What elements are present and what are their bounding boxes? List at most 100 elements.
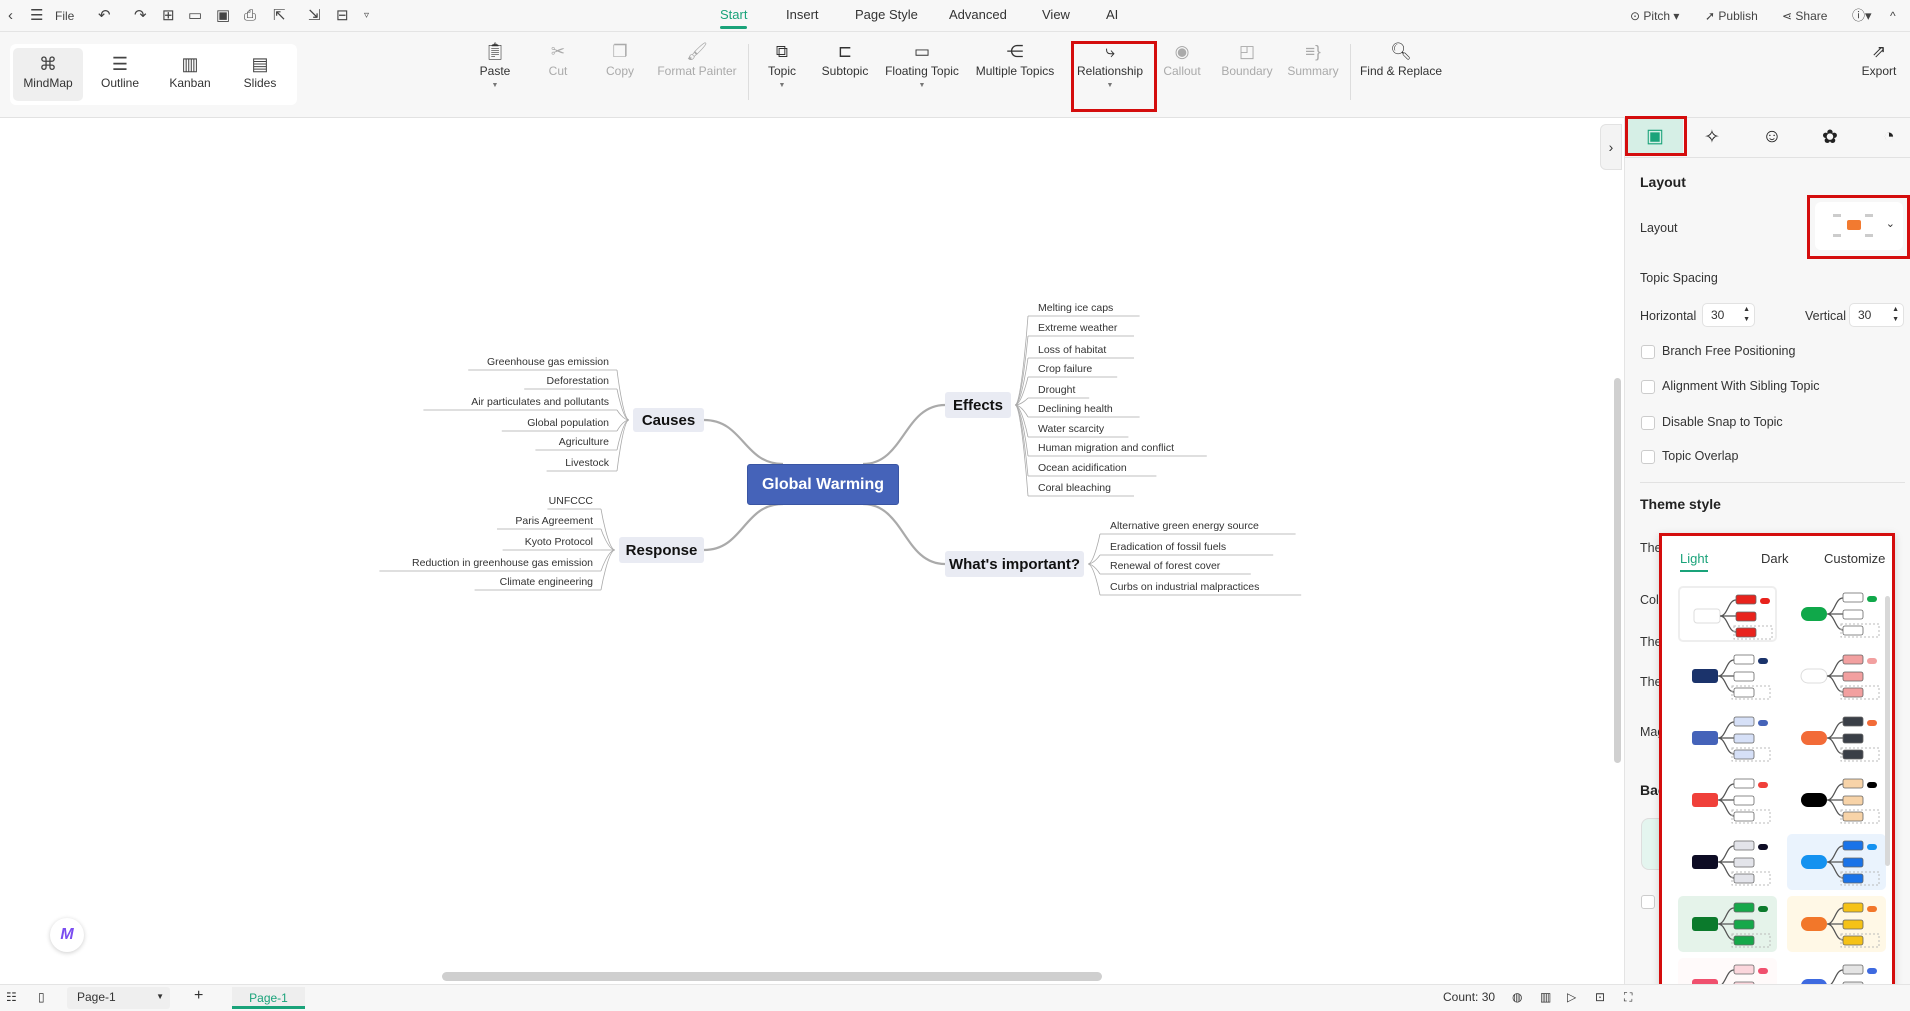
- tab-dark[interactable]: Dark: [1761, 551, 1788, 566]
- floating-topic-button[interactable]: ▭ Floating Topic ▼: [885, 40, 959, 89]
- branch-topic[interactable]: What's important?: [945, 551, 1084, 577]
- summary-button[interactable]: ≡} Summary: [1287, 40, 1338, 78]
- subtopic[interactable]: Curbs on industrial malpractices: [1110, 580, 1259, 594]
- tab-page-style[interactable]: Page Style: [855, 7, 918, 22]
- branch-topic[interactable]: Effects: [945, 392, 1011, 418]
- theme-thumbnail[interactable]: [1678, 772, 1777, 828]
- ai-assistant-icon[interactable]: M: [50, 918, 84, 952]
- export-file-icon[interactable]: ⇱: [273, 6, 286, 26]
- pitch-button[interactable]: ⊙ Pitch ▾: [1630, 6, 1679, 26]
- subtopic[interactable]: Greenhouse gas emission: [487, 355, 609, 369]
- subtopic[interactable]: Alternative green energy source: [1110, 519, 1259, 533]
- topic-button[interactable]: ⧉ Topic ▼: [768, 40, 796, 89]
- fullscreen-icon[interactable]: ⛶: [1624, 990, 1632, 1005]
- relationship-button[interactable]: ⤷ Relationship ▼: [1077, 40, 1143, 89]
- checkbox[interactable]: [1641, 450, 1655, 464]
- mouse-icon[interactable]: ◍: [1512, 990, 1522, 1004]
- page-tab[interactable]: Page-1: [232, 987, 305, 1009]
- publish-button[interactable]: ➚ Publish: [1705, 6, 1758, 26]
- menu-icon[interactable]: ☰: [30, 6, 43, 26]
- tab-view[interactable]: View: [1042, 7, 1070, 22]
- view-kanban[interactable]: ▥ Kanban: [155, 48, 225, 101]
- tab-ai-style[interactable]: ✧: [1684, 118, 1740, 156]
- view-mindmap[interactable]: ⌘ MindMap: [13, 48, 83, 101]
- mindmap-canvas[interactable]: Global Warming Causes Greenhouse gas emiss…: [0, 118, 1624, 984]
- theme-thumbnail[interactable]: [1678, 710, 1777, 766]
- subtopic[interactable]: Climate engineering: [500, 575, 593, 589]
- stepper-icon[interactable]: ▲ ▼: [1743, 305, 1750, 325]
- theme-thumbnail[interactable]: [1678, 648, 1777, 704]
- tab-customize[interactable]: Customize: [1824, 551, 1885, 566]
- theme-thumbnail[interactable]: [1787, 586, 1886, 642]
- print-icon[interactable]: ⎙: [244, 6, 256, 26]
- cut-button[interactable]: ✂ Cut: [549, 40, 568, 78]
- page-select[interactable]: Page-1 ▼: [67, 987, 170, 1009]
- tab-insert[interactable]: Insert: [786, 7, 819, 22]
- import-icon[interactable]: ⇲: [308, 6, 321, 26]
- template-icon[interactable]: ⊟: [336, 6, 349, 26]
- tab-theme[interactable]: ✿: [1802, 118, 1858, 156]
- more-icon[interactable]: ▿: [364, 6, 369, 26]
- collapse-panel-button[interactable]: ›: [1600, 124, 1622, 170]
- theme-thumbnail[interactable]: [1678, 896, 1777, 952]
- subtopic[interactable]: Declining health: [1038, 402, 1113, 416]
- subtopic[interactable]: Eradication of fossil fuels: [1110, 540, 1226, 554]
- checkbox[interactable]: [1641, 895, 1655, 909]
- subtopic[interactable]: Drought: [1038, 383, 1075, 397]
- theme-thumbnail[interactable]: [1787, 648, 1886, 704]
- theme-thumbnail[interactable]: [1678, 586, 1777, 642]
- subtopic[interactable]: Paris Agreement: [515, 514, 593, 528]
- find-replace-button[interactable]: 🔍︎ Find & Replace: [1360, 40, 1442, 78]
- multiple-topics-button[interactable]: ⋲ Multiple Topics: [976, 40, 1054, 78]
- fit-icon[interactable]: ⊡: [1595, 990, 1605, 1004]
- subtopic[interactable]: Water scarcity: [1038, 422, 1104, 436]
- undo-icon[interactable]: ↶: [98, 6, 111, 26]
- copy-button[interactable]: ❐ Copy: [606, 40, 634, 78]
- outline-toggle-icon[interactable]: ☷: [6, 990, 17, 1004]
- subtopic[interactable]: Extreme weather: [1038, 321, 1117, 335]
- open-folder-icon[interactable]: ▭: [188, 6, 202, 26]
- redo-icon[interactable]: ↷: [134, 6, 147, 26]
- subtopic[interactable]: Air particulates and pollutants: [471, 395, 609, 409]
- tab-layout-style[interactable]: ▣: [1627, 118, 1683, 156]
- subtopic[interactable]: UNFCCC: [549, 494, 593, 508]
- checkbox[interactable]: [1641, 380, 1655, 394]
- subtopic[interactable]: Reduction in greenhouse gas emission: [412, 556, 593, 570]
- subtopic[interactable]: Crop failure: [1038, 362, 1092, 376]
- subtopic-button[interactable]: ⊏ Subtopic: [822, 40, 869, 78]
- view-outline[interactable]: ☰ Outline: [85, 48, 155, 101]
- new-icon[interactable]: ⊞: [162, 6, 175, 26]
- checkbox[interactable]: [1641, 345, 1655, 359]
- horizontal-spacing-input[interactable]: 30 ▲ ▼: [1702, 303, 1755, 327]
- callout-button[interactable]: ◉ Callout: [1163, 40, 1200, 78]
- tab-start[interactable]: Start: [720, 7, 748, 29]
- subtopic[interactable]: Livestock: [565, 456, 609, 470]
- tab-advanced[interactable]: Advanced: [949, 7, 1007, 22]
- subtopic[interactable]: Coral bleaching: [1038, 481, 1111, 495]
- collapse-ribbon-icon[interactable]: ^: [1890, 6, 1896, 26]
- theme-thumbnail[interactable]: [1787, 772, 1886, 828]
- tab-light[interactable]: Light: [1680, 551, 1709, 572]
- tab-history[interactable]: ◔: [1861, 118, 1910, 156]
- checkbox[interactable]: [1641, 416, 1655, 430]
- play-icon[interactable]: ▷: [1567, 990, 1576, 1004]
- subtopic[interactable]: Renewal of forest cover: [1110, 559, 1220, 573]
- subtopic[interactable]: Melting ice caps: [1038, 301, 1113, 315]
- vertical-scrollbar[interactable]: [1614, 378, 1621, 763]
- paste-button[interactable]: 📋︎ Paste ▼: [480, 40, 511, 89]
- help-icon[interactable]: ⓘ▾: [1852, 6, 1872, 26]
- theme-thumbnail[interactable]: [1678, 834, 1777, 890]
- tab-marks[interactable]: ☺: [1744, 118, 1800, 156]
- layout-dropdown[interactable]: ⌄: [1815, 202, 1903, 250]
- file-menu[interactable]: File: [55, 6, 74, 26]
- stepper-icon[interactable]: ▲ ▼: [1892, 305, 1899, 325]
- theme-thumbnail[interactable]: [1787, 710, 1886, 766]
- book-icon[interactable]: ▥: [1540, 990, 1551, 1004]
- save-icon[interactable]: ▣: [216, 6, 230, 26]
- central-topic[interactable]: Global Warming: [747, 464, 899, 505]
- page-panel-icon[interactable]: ▯: [38, 990, 45, 1004]
- theme-thumbnail[interactable]: [1787, 896, 1886, 952]
- export-button[interactable]: ⇗ Export: [1862, 40, 1897, 78]
- subtopic[interactable]: Ocean acidification: [1038, 461, 1127, 475]
- branch-topic[interactable]: Causes: [633, 408, 704, 432]
